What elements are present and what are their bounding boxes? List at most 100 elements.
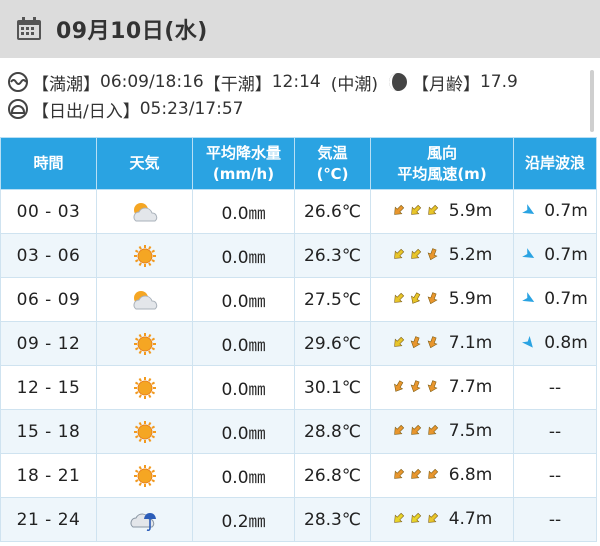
col-temp: 気温 (℃) <box>294 137 371 190</box>
wind-cell: 5.9m <box>370 277 514 322</box>
weather-cell <box>96 189 193 234</box>
sunny-icon <box>133 464 156 487</box>
date-bar: 09月10日(水) <box>0 0 600 58</box>
wind-direction-icon <box>393 205 404 215</box>
wave-height: -- <box>548 377 562 398</box>
col-wind: 風向 平均風速(m) <box>370 137 514 190</box>
tide-icon <box>8 72 28 92</box>
wind-direction-icon <box>427 292 438 305</box>
wind-arrows: 5.9m <box>392 201 492 221</box>
col-wind-line2: 平均風速(m) <box>397 164 487 183</box>
forecast-table: 時間 天気 平均降水量 (mm/h) 気温 (℃) 風向 平均風速(m) 沿岸波… <box>0 137 597 542</box>
wave-cell: 0.7m <box>513 277 597 322</box>
tide-type: (中潮) <box>330 74 378 95</box>
col-rain-line1: 平均降水量 <box>205 143 281 162</box>
wave-cell: -- <box>513 497 597 542</box>
sunny-icon <box>133 420 156 443</box>
wind-direction-icon <box>410 380 421 393</box>
temp-cell: 26.8℃ <box>294 453 371 498</box>
wind-direction-icon <box>393 469 404 479</box>
sunny-icon <box>133 332 156 355</box>
wind-arrows: 7.5m <box>392 420 493 441</box>
wind-arrows: 5.2m <box>392 244 493 265</box>
temp-cell: 26.3℃ <box>294 233 371 278</box>
wind-direction-icon <box>393 425 404 435</box>
rain-cell: 0.0㎜ <box>192 453 295 498</box>
wind-direction-icon <box>427 205 438 215</box>
col-rain: 平均降水量 (mm/h) <box>192 137 295 190</box>
wind-direction-icon <box>410 469 421 479</box>
sun-line: 【日出/日入】 05:23/17:57 <box>8 97 588 122</box>
wind-cell: 5.9m <box>370 189 514 234</box>
wave-cell: -- <box>513 365 597 410</box>
calendar-icon <box>17 17 41 40</box>
wind-direction-icon <box>427 380 438 393</box>
wind-direction-icon <box>410 249 421 259</box>
table-row: 15 - 18 0.0㎜ 28.8℃ 7.5m -- <box>0 409 597 454</box>
wind-direction-icon <box>427 248 438 261</box>
wind-speed: 7.7m <box>448 376 493 397</box>
tide-full-value: 06:09/18:16 <box>100 72 204 92</box>
weather-cell <box>96 365 193 410</box>
weather-cell <box>96 277 193 322</box>
rain-cell: 0.0㎜ <box>192 277 295 322</box>
table-row: 09 - 12 0.0㎜ 29.6℃ 7.1m 0.8m <box>0 321 597 366</box>
wind-direction-icon <box>410 425 421 435</box>
wind-direction-icon <box>410 205 421 215</box>
wave-value-wrap: 0.7m <box>522 245 588 265</box>
tide-low-value: 12:14 <box>271 72 321 92</box>
col-wind-line1: 風向 <box>426 143 457 162</box>
wave-value-wrap: -- <box>549 466 561 486</box>
moon-icon <box>388 73 407 91</box>
scrollbar-thumb[interactable] <box>590 70 594 132</box>
time-cell: 09 - 12 <box>0 321 97 366</box>
sunny-icon <box>133 376 156 399</box>
wind-speed: 7.5m <box>448 420 493 441</box>
partly-cloudy-icon <box>133 202 157 221</box>
wind-speed: 6.8m <box>448 464 493 485</box>
tide-info: 【満潮】 06:09/18:16 【干潮】 12:14 (中潮) 【月齢】 17… <box>8 70 588 124</box>
wind-direction-icon <box>427 425 438 435</box>
wave-cell: -- <box>513 453 597 498</box>
wave-height: 0.7m <box>544 200 588 221</box>
sunrise-icon <box>8 99 28 119</box>
time-cell: 00 - 03 <box>0 189 97 234</box>
wave-value-wrap: -- <box>549 510 561 530</box>
wind-direction-icon <box>410 292 420 304</box>
wave-height: 0.8m <box>544 332 588 353</box>
time-cell: 21 - 24 <box>0 497 97 542</box>
wave-cell: 0.8m <box>513 321 597 366</box>
time-cell: 15 - 18 <box>0 409 97 454</box>
wave-value-wrap: 0.7m <box>522 201 588 221</box>
wave-cell: 0.7m <box>513 189 597 234</box>
table-header-row: 時間 天気 平均降水量 (mm/h) 気温 (℃) 風向 平均風速(m) 沿岸波… <box>0 137 597 190</box>
wind-arrows: 5.9m <box>392 289 492 309</box>
tide-full-label: 【満潮】 <box>32 74 100 95</box>
wind-speed: 5.2m <box>448 244 493 265</box>
sun-value: 05:23/17:57 <box>139 99 244 119</box>
partly-cloudy-icon <box>133 290 157 309</box>
tide-low-label: 【干潮】 <box>203 74 272 95</box>
wave-cell: 0.7m <box>513 233 597 278</box>
table-row: 03 - 06 0.0㎜ 26.3℃ 5.2m 0.7m <box>0 233 597 278</box>
wind-direction-icon <box>393 293 404 303</box>
temp-cell: 27.5℃ <box>294 277 371 322</box>
wind-arrows: 4.7m <box>392 509 492 529</box>
col-wave: 沿岸波浪 <box>513 137 597 190</box>
sun-label: 【日出/日入】 <box>32 101 140 122</box>
wind-cell: 6.8m <box>370 453 514 498</box>
wind-speed: 7.1m <box>448 332 493 353</box>
wave-value-wrap: 0.8m <box>522 333 588 353</box>
moon-label: 【月齢】 <box>411 74 480 95</box>
wind-arrows: 7.1m <box>392 332 493 353</box>
wave-value-wrap: -- <box>549 422 561 442</box>
weather-cell <box>96 233 193 278</box>
table-row: 06 - 09 0.0㎜ 27.5℃ 5.9m 0.7m <box>0 277 597 322</box>
table-row: 18 - 21 0.0㎜ 26.8℃ 6.8m -- <box>0 453 597 498</box>
wave-cell: -- <box>513 409 597 454</box>
temp-cell: 29.6℃ <box>294 321 371 366</box>
wind-cell: 7.7m <box>370 365 514 410</box>
wind-cell: 7.1m <box>370 321 514 366</box>
wind-direction-icon <box>410 336 421 349</box>
col-weather: 天気 <box>96 137 193 190</box>
